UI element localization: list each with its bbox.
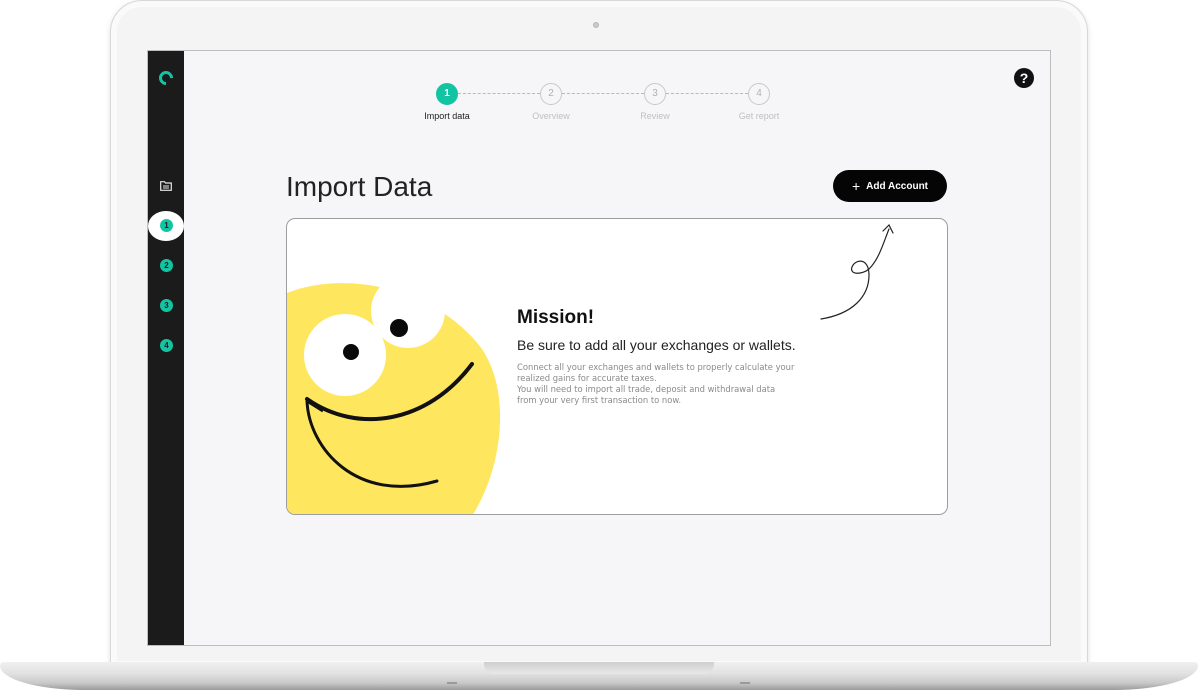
mission-body-line: realized gains for accurate taxes. [517, 373, 657, 383]
mission-body-line: from your very first transaction to now. [517, 395, 682, 405]
stepper-label-4: Get report [738, 111, 780, 121]
sidebar-step-3[interactable]: 3 [160, 299, 173, 312]
mission-card: Mission! Be sure to add all your exchang… [286, 218, 948, 515]
progress-stepper: 1 2 3 4 Import data Overview Review Get … [398, 81, 779, 131]
sidebar: 1 2 3 4 [148, 51, 184, 645]
sidebar-step-2[interactable]: 2 [160, 259, 173, 272]
plus-icon: + [851, 178, 861, 194]
stepper-label-3: Review [640, 111, 670, 121]
stepper-label-2: Overview [532, 111, 570, 121]
stepper-label-1: Import data [424, 111, 470, 121]
stepper-step-4[interactable]: 4 [748, 83, 770, 105]
step-connector [458, 93, 540, 94]
add-account-button[interactable]: + Add Account [833, 170, 947, 202]
stepper-step-3[interactable]: 3 [644, 83, 666, 105]
step-connector [666, 93, 748, 94]
laptop-foot [447, 682, 457, 684]
help-icon[interactable]: ? [1014, 68, 1034, 88]
page-title: Import Data [286, 171, 433, 202]
laptop-notch [484, 662, 714, 674]
stepper-step-1[interactable]: 1 [436, 83, 458, 105]
sidebar-step-4[interactable]: 4 [160, 339, 173, 352]
add-account-label: Add Account [866, 180, 929, 192]
mission-body-line: Connect all your exchanges and wallets t… [517, 362, 795, 372]
step-connector [562, 93, 644, 94]
sidebar-step-1: 1 [160, 219, 173, 232]
logo-icon[interactable] [156, 68, 176, 88]
laptop-foot [740, 682, 750, 684]
mission-subtitle: Be sure to add all your exchanges or wal… [517, 337, 796, 353]
stepper-step-2[interactable]: 2 [540, 83, 562, 105]
sidebar-step-1-active[interactable]: 1 [148, 211, 184, 241]
folder-icon[interactable] [160, 181, 172, 191]
camera [593, 22, 599, 28]
smiley-mascot-illustration [287, 274, 501, 514]
arrow-doodle-icon [820, 223, 894, 320]
app-screen: 1 2 3 4 ? 1 2 3 4 Import data Overview R… [147, 50, 1051, 646]
mission-title: Mission! [517, 307, 595, 328]
mission-body-line: You will need to import all trade, depos… [517, 384, 776, 394]
mission-body: Connect all your exchanges and wallets t… [517, 362, 847, 406]
